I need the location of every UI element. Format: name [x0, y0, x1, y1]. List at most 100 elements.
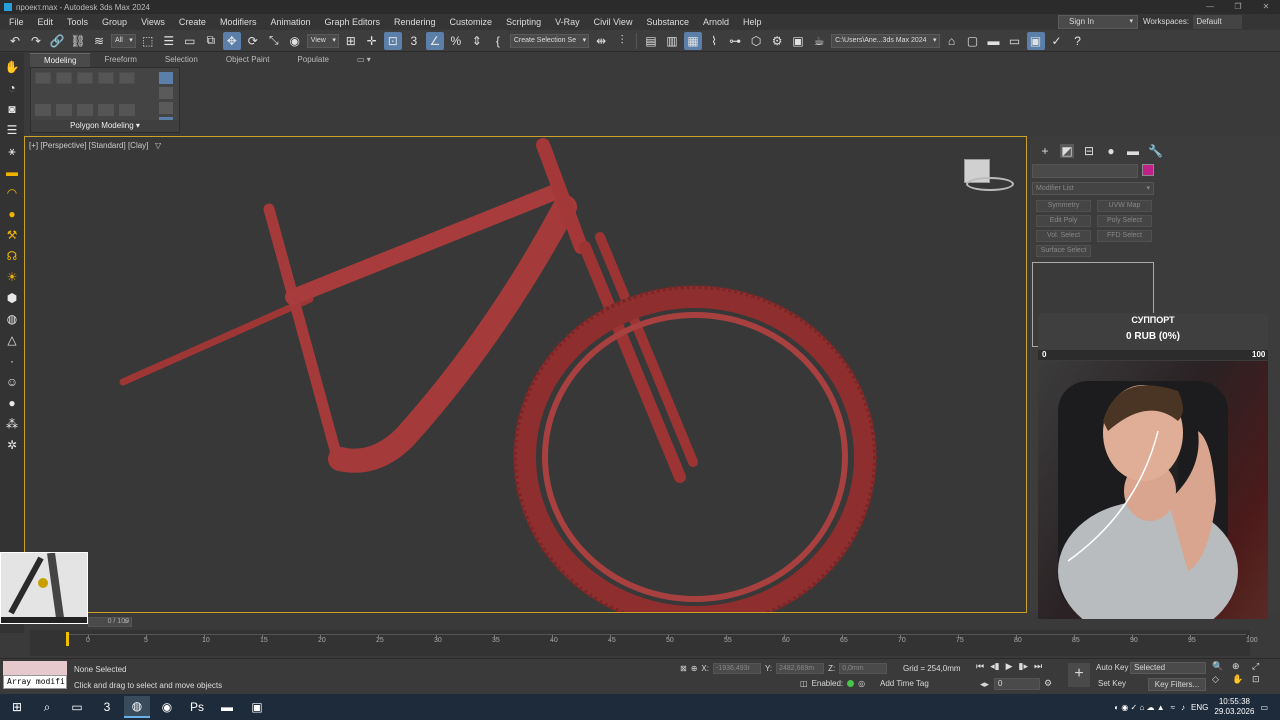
- project-path-dropdown[interactable]: C:\Users\Ane...3ds Max 2024: [831, 33, 940, 48]
- tab-freeform[interactable]: Freeform: [90, 53, 150, 67]
- explorer-icon[interactable]: ▬: [214, 696, 240, 718]
- edit-named-selection-icon[interactable]: {: [489, 32, 507, 50]
- object-color-swatch[interactable]: [1142, 164, 1154, 176]
- workspace-value[interactable]: Default: [1193, 15, 1242, 29]
- set-key-icon[interactable]: +: [1068, 663, 1090, 687]
- surface-select-button[interactable]: Surface Select: [1036, 245, 1091, 257]
- key-mode-icon[interactable]: ◂▸: [980, 679, 989, 690]
- orbit-icon[interactable]: ◔: [4, 80, 20, 96]
- globe-icon[interactable]: ◍: [4, 311, 20, 327]
- explorer-icon[interactable]: ▭: [1006, 32, 1024, 50]
- project-folder-icon[interactable]: ⌂: [943, 32, 961, 50]
- minimize-button[interactable]: —: [1196, 0, 1224, 14]
- rendered-frame-icon[interactable]: ▣: [789, 32, 807, 50]
- select-by-name-icon[interactable]: ☰: [160, 32, 178, 50]
- chrome-icon[interactable]: ◍: [124, 696, 150, 718]
- spinner-snap-icon[interactable]: ⇕: [468, 32, 486, 50]
- bind-space-warp-icon[interactable]: ≋: [90, 32, 108, 50]
- redo-icon[interactable]: ↷: [27, 32, 45, 50]
- ribbon-toggle-icon[interactable]: ▦: [684, 31, 703, 50]
- enabled-indicator[interactable]: [847, 680, 855, 687]
- render-icon[interactable]: ☕: [810, 32, 828, 50]
- menu-views[interactable]: Views: [134, 14, 172, 30]
- schematic-view-icon[interactable]: ⊶: [726, 32, 744, 50]
- ribbon-side-tool[interactable]: [159, 87, 173, 99]
- search-icon[interactable]: ⌕: [34, 696, 60, 718]
- modifier-list-dropdown[interactable]: Modifier List: [1032, 182, 1154, 195]
- uvw-map-button[interactable]: UVW Map: [1097, 200, 1152, 212]
- help-circle-icon[interactable]: ✓: [1048, 32, 1066, 50]
- menu-modifiers[interactable]: Modifiers: [213, 14, 264, 30]
- sun-icon[interactable]: ☀: [4, 269, 20, 285]
- clock[interactable]: 10:55:38 29.03.2026: [1214, 697, 1254, 717]
- window-crossing-icon[interactable]: ⧉: [202, 32, 220, 50]
- symmetry-button[interactable]: Symmetry: [1036, 200, 1091, 212]
- select-object-icon[interactable]: ⬚: [139, 32, 157, 50]
- move-icon[interactable]: ✥: [222, 31, 241, 50]
- person-icon[interactable]: ☺: [4, 374, 20, 390]
- y-coordinate-field[interactable]: 2482,669m: [776, 663, 825, 674]
- perspective-viewport[interactable]: [+] [Perspective] [Standard] [Clay] ▽: [24, 136, 1027, 613]
- ribbon-tool[interactable]: [98, 104, 114, 116]
- close-button[interactable]: ✕: [1252, 0, 1280, 14]
- time-configuration-icon[interactable]: ⚙: [1044, 678, 1052, 689]
- align-icon[interactable]: ⫶: [613, 32, 631, 50]
- motion-tab-icon[interactable]: ●: [1104, 144, 1118, 158]
- menu-substance[interactable]: Substance: [639, 14, 696, 30]
- volume-icon[interactable]: ♪: [1181, 703, 1185, 712]
- edit-poly-button[interactable]: Edit Poly: [1036, 215, 1091, 227]
- gizmo-icon[interactable]: ⚹: [4, 143, 20, 159]
- time-config-icon[interactable]: ◫: [800, 679, 808, 688]
- open-icon[interactable]: ▢: [964, 32, 982, 50]
- undo-icon[interactable]: ↶: [6, 32, 24, 50]
- display-tab-icon[interactable]: ▬: [1126, 144, 1140, 158]
- cone-icon[interactable]: ◠: [4, 185, 20, 201]
- zoom-icon[interactable]: 🔍: [1212, 661, 1230, 672]
- unlink-icon[interactable]: ⛓: [69, 32, 87, 50]
- ball-icon[interactable]: ●: [4, 395, 20, 411]
- save-icon[interactable]: ▬: [985, 32, 1003, 50]
- x-coordinate-field[interactable]: -1936,493r: [712, 663, 761, 674]
- menu-file[interactable]: File: [2, 14, 31, 30]
- lock-icon[interactable]: ⊠: [680, 664, 687, 673]
- place-icon[interactable]: ◉: [286, 32, 304, 50]
- link-icon[interactable]: 🔗: [48, 32, 66, 50]
- material-editor-icon[interactable]: ⬡: [747, 32, 765, 50]
- pan-icon[interactable]: ✋: [1232, 674, 1250, 685]
- taskview-icon[interactable]: ▭: [64, 696, 90, 718]
- menu-customize[interactable]: Customize: [443, 14, 500, 30]
- selection-filter-dropdown[interactable]: All: [111, 33, 136, 48]
- maximize-viewport-icon[interactable]: ⊡: [1252, 674, 1270, 685]
- help-icon[interactable]: ?: [1069, 32, 1087, 50]
- play-icon[interactable]: ▶: [1006, 661, 1013, 672]
- particles-icon[interactable]: ⁂: [4, 416, 20, 432]
- scene-explorer-icon[interactable]: ▤: [642, 32, 660, 50]
- start-icon[interactable]: ⊞: [4, 696, 30, 718]
- sign-in-dropdown[interactable]: Sign In: [1058, 15, 1138, 29]
- timeline[interactable]: 0 5 10 15 20 25 30 35 40 45 50 55 60 65 70 75 80 85 90 95 10…: [30, 630, 1258, 656]
- timeline-cursor[interactable]: [66, 632, 69, 646]
- select-manipulate-icon[interactable]: ✛: [363, 32, 381, 50]
- notifications-icon[interactable]: ▭: [1260, 703, 1268, 712]
- ribbon-tool[interactable]: [77, 104, 93, 116]
- percent-snap-icon[interactable]: %: [447, 32, 465, 50]
- ribbon-tool[interactable]: [77, 72, 93, 84]
- list-icon[interactable]: ☰: [4, 122, 20, 138]
- object-name-field[interactable]: [1032, 164, 1138, 178]
- image-viewer-icon[interactable]: ▣: [244, 696, 270, 718]
- menu-arnold[interactable]: Arnold: [696, 14, 736, 30]
- language-indicator[interactable]: ENG: [1191, 703, 1208, 712]
- photoshop-icon[interactable]: Ps: [184, 696, 210, 718]
- bicycle-model[interactable]: [25, 137, 1027, 613]
- menu-group[interactable]: Group: [95, 14, 134, 30]
- menu-edit[interactable]: Edit: [31, 14, 61, 30]
- ribbon-tool[interactable]: [56, 104, 72, 116]
- zoom-all-icon[interactable]: ⊕: [1232, 661, 1250, 672]
- absolute-mode-icon[interactable]: ⊕: [691, 664, 698, 673]
- go-to-end-icon[interactable]: ⏭: [1034, 661, 1042, 672]
- tray-app-icons[interactable]: ◐ ◉ ✓ ⌂ ☁ ▲: [1114, 703, 1164, 712]
- menu-animation[interactable]: Animation: [263, 14, 317, 30]
- ribbon-tool[interactable]: [56, 72, 72, 84]
- brush-icon[interactable]: ▬: [4, 164, 20, 180]
- vol-select-button[interactable]: Vol. Select: [1036, 230, 1091, 242]
